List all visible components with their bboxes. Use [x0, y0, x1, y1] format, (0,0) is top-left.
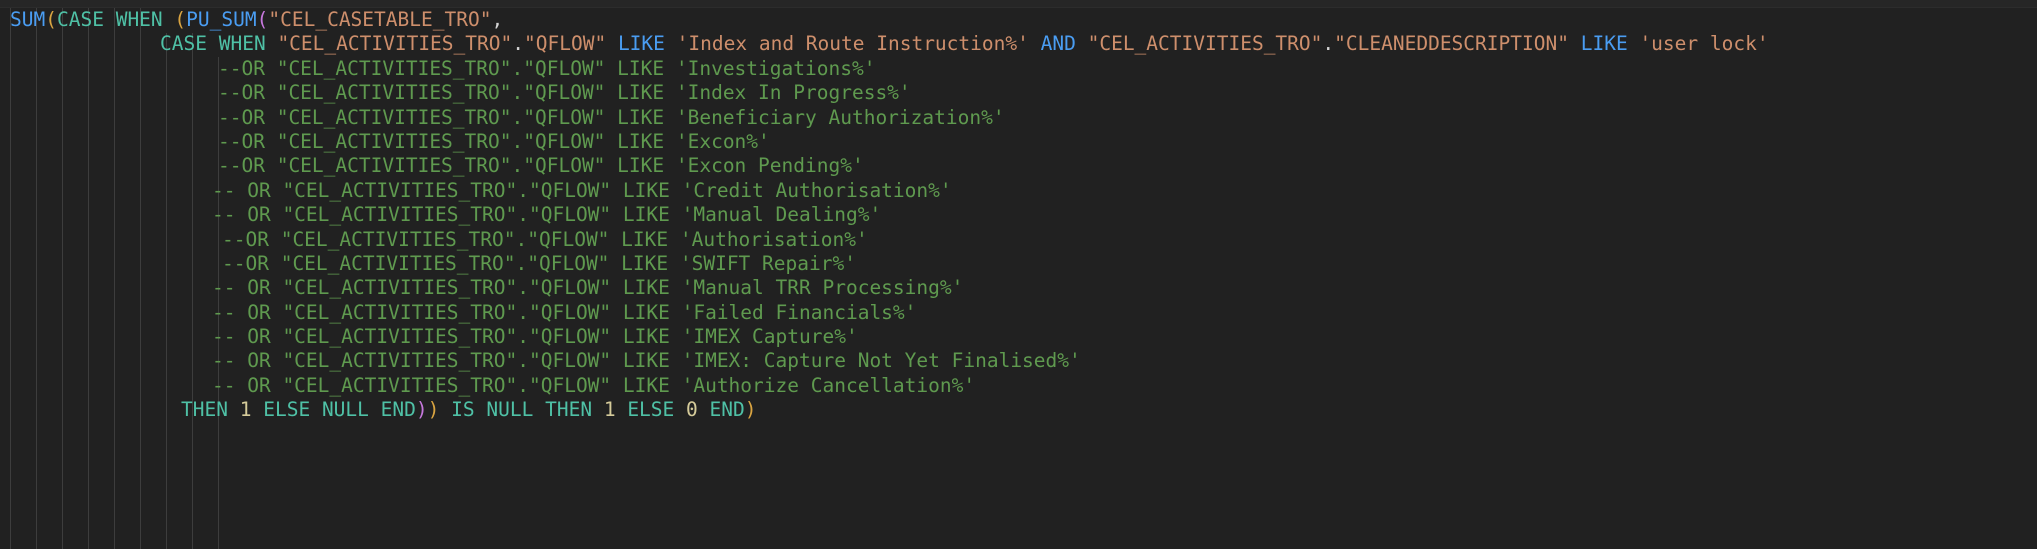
code-token-num: 1 — [603, 398, 616, 422]
code-token-punc: , — [491, 8, 504, 31]
code-token-punc — [475, 398, 487, 421]
code-token-paren2: ( — [256, 8, 269, 31]
code-token-kw: WHEN — [115, 8, 163, 31]
code-token-punc: . — [1322, 32, 1335, 56]
code-token-comment: -- OR "CEL_ACTIVITIES_TRO"."QFLOW" LIKE … — [212, 373, 976, 397]
code-token-paren2: ) — [415, 398, 428, 422]
code-token-kw: ELSE — [263, 398, 311, 422]
code-token-fn: PU_SUM — [186, 8, 257, 31]
code-token-fn: AND — [1040, 32, 1076, 56]
code-token-comment: --OR "CEL_ACTIVITIES_TRO"."QFLOW" LIKE '… — [222, 251, 856, 275]
code-token-kw: WHEN — [218, 32, 266, 56]
code-token-comment: --OR "CEL_ACTIVITIES_TRO"."QFLOW" LIKE '… — [218, 56, 876, 80]
code-token-punc — [616, 398, 628, 421]
code-token-punc — [369, 398, 381, 421]
code-line[interactable]: -- OR "CEL_ACTIVITIES_TRO"."QFLOW" LIKE … — [0, 179, 2037, 203]
code-line[interactable]: -- OR "CEL_ACTIVITIES_TRO"."QFLOW" LIKE … — [0, 374, 2037, 398]
code-token-paren1: ) — [744, 398, 757, 422]
code-token-kw: THEN — [545, 398, 593, 422]
code-token-punc — [1029, 32, 1041, 55]
code-token-comment: -- OR "CEL_ACTIVITIES_TRO"."QFLOW" LIKE … — [212, 300, 917, 324]
code-token-punc — [698, 398, 710, 421]
code-token-punc — [251, 398, 263, 421]
code-token-kw: CASE — [56, 8, 104, 31]
code-token-punc — [1569, 32, 1581, 55]
code-token-ident: "CLEANEDDESCRIPTION" — [1334, 32, 1569, 56]
code-token-paren1: ( — [174, 8, 187, 31]
code-token-fn: LIKE — [1580, 32, 1628, 56]
code-token-comment: -- OR "CEL_ACTIVITIES_TRO"."QFLOW" LIKE … — [212, 276, 964, 300]
code-token-kw: IS — [451, 398, 475, 422]
code-token-ident: "CEL_ACTIVITIES_TRO" — [1087, 32, 1323, 56]
code-token-ident: "CEL_CASETABLE_TRO" — [268, 8, 492, 31]
code-line[interactable]: --OR "CEL_ACTIVITIES_TRO"."QFLOW" LIKE '… — [0, 252, 2037, 276]
code-token-punc — [533, 398, 545, 421]
code-token-punc — [310, 398, 322, 421]
code-line[interactable]: -- OR "CEL_ACTIVITIES_TRO"."QFLOW" LIKE … — [0, 276, 2037, 300]
code-line[interactable]: -- OR "CEL_ACTIVITIES_TRO"."QFLOW" LIKE … — [0, 301, 2037, 325]
code-line[interactable]: --OR "CEL_ACTIVITIES_TRO"."QFLOW" LIKE '… — [0, 130, 2037, 154]
code-token-punc — [1076, 32, 1088, 55]
code-token-punc — [228, 398, 240, 421]
code-token-paren1: ( — [45, 8, 57, 31]
code-token-punc — [163, 8, 175, 31]
code-token-punc — [439, 398, 451, 421]
code-token-punc — [606, 32, 618, 55]
code-token-ident: "QFLOW" — [524, 32, 607, 56]
code-token-comment: --OR "CEL_ACTIVITIES_TRO"."QFLOW" LIKE '… — [218, 105, 1005, 129]
code-token-comment: -- OR "CEL_ACTIVITIES_TRO"."QFLOW" LIKE … — [212, 178, 952, 202]
code-token-punc — [665, 32, 677, 55]
code-token-num: 0 — [686, 398, 698, 422]
code-content[interactable]: SUM(CASE WHEN (PU_SUM("CEL_CASETABLE_TRO… — [0, 0, 2037, 423]
code-token-comment: -- OR "CEL_ACTIVITIES_TRO"."QFLOW" LIKE … — [212, 203, 882, 227]
code-line[interactable]: -- OR "CEL_ACTIVITIES_TRO"."QFLOW" LIKE … — [0, 325, 2037, 349]
code-token-comment: -- OR "CEL_ACTIVITIES_TRO"."QFLOW" LIKE … — [212, 349, 1081, 373]
code-token-paren1: ) — [427, 398, 440, 422]
code-line[interactable]: --OR "CEL_ACTIVITIES_TRO"."QFLOW" LIKE '… — [0, 228, 2037, 252]
code-token-kw: END — [380, 398, 416, 422]
code-line[interactable]: -- OR "CEL_ACTIVITIES_TRO"."QFLOW" LIKE … — [0, 203, 2037, 227]
code-line[interactable]: --OR "CEL_ACTIVITIES_TRO"."QFLOW" LIKE '… — [0, 154, 2037, 178]
code-token-kw: NULL — [486, 398, 534, 422]
code-token-punc — [266, 32, 278, 55]
code-token-comment: --OR "CEL_ACTIVITIES_TRO"."QFLOW" LIKE '… — [218, 129, 770, 153]
code-token-punc — [104, 8, 116, 31]
code-line[interactable]: -- OR "CEL_ACTIVITIES_TRO"."QFLOW" LIKE … — [0, 349, 2037, 373]
code-token-punc — [1628, 32, 1640, 55]
code-line[interactable]: --OR "CEL_ACTIVITIES_TRO"."QFLOW" LIKE '… — [0, 57, 2037, 81]
code-token-fn: LIKE — [617, 32, 665, 56]
code-line[interactable]: THEN 1 ELSE NULL END)) IS NULL THEN 1 EL… — [0, 398, 2037, 422]
code-token-str: 'user lock' — [1639, 32, 1769, 56]
code-token-num: 1 — [239, 398, 252, 422]
code-token-kw: END — [709, 398, 745, 422]
code-token-punc — [592, 398, 604, 421]
code-line[interactable]: --OR "CEL_ACTIVITIES_TRO"."QFLOW" LIKE '… — [0, 106, 2037, 130]
code-line[interactable]: SUM(CASE WHEN (PU_SUM("CEL_CASETABLE_TRO… — [0, 8, 2037, 32]
code-token-comment: --OR "CEL_ACTIVITIES_TRO"."QFLOW" LIKE '… — [218, 81, 911, 105]
code-token-comment: -- OR "CEL_ACTIVITIES_TRO"."QFLOW" LIKE … — [212, 325, 858, 349]
sql-code-editor[interactable]: SUM(CASE WHEN (PU_SUM("CEL_CASETABLE_TRO… — [0, 0, 2037, 549]
code-token-punc: . — [512, 32, 524, 56]
code-token-comment: --OR "CEL_ACTIVITIES_TRO"."QFLOW" LIKE '… — [218, 154, 864, 178]
code-token-ident: "CEL_ACTIVITIES_TRO" — [277, 32, 513, 56]
code-line[interactable]: CASE WHEN "CEL_ACTIVITIES_TRO"."QFLOW" L… — [0, 32, 2037, 56]
code-token-fn: SUM — [10, 8, 46, 31]
code-line[interactable]: --OR "CEL_ACTIVITIES_TRO"."QFLOW" LIKE '… — [0, 81, 2037, 105]
code-token-punc — [674, 398, 686, 421]
code-token-str: 'Index and Route Instruction%' — [676, 32, 1029, 56]
code-token-kw: CASE — [160, 32, 207, 56]
code-token-punc — [207, 32, 219, 55]
code-token-comment: --OR "CEL_ACTIVITIES_TRO"."QFLOW" LIKE '… — [222, 227, 868, 251]
code-token-kw: NULL — [321, 398, 369, 422]
code-token-kw: ELSE — [627, 398, 675, 422]
code-token-kw: THEN — [181, 398, 228, 422]
